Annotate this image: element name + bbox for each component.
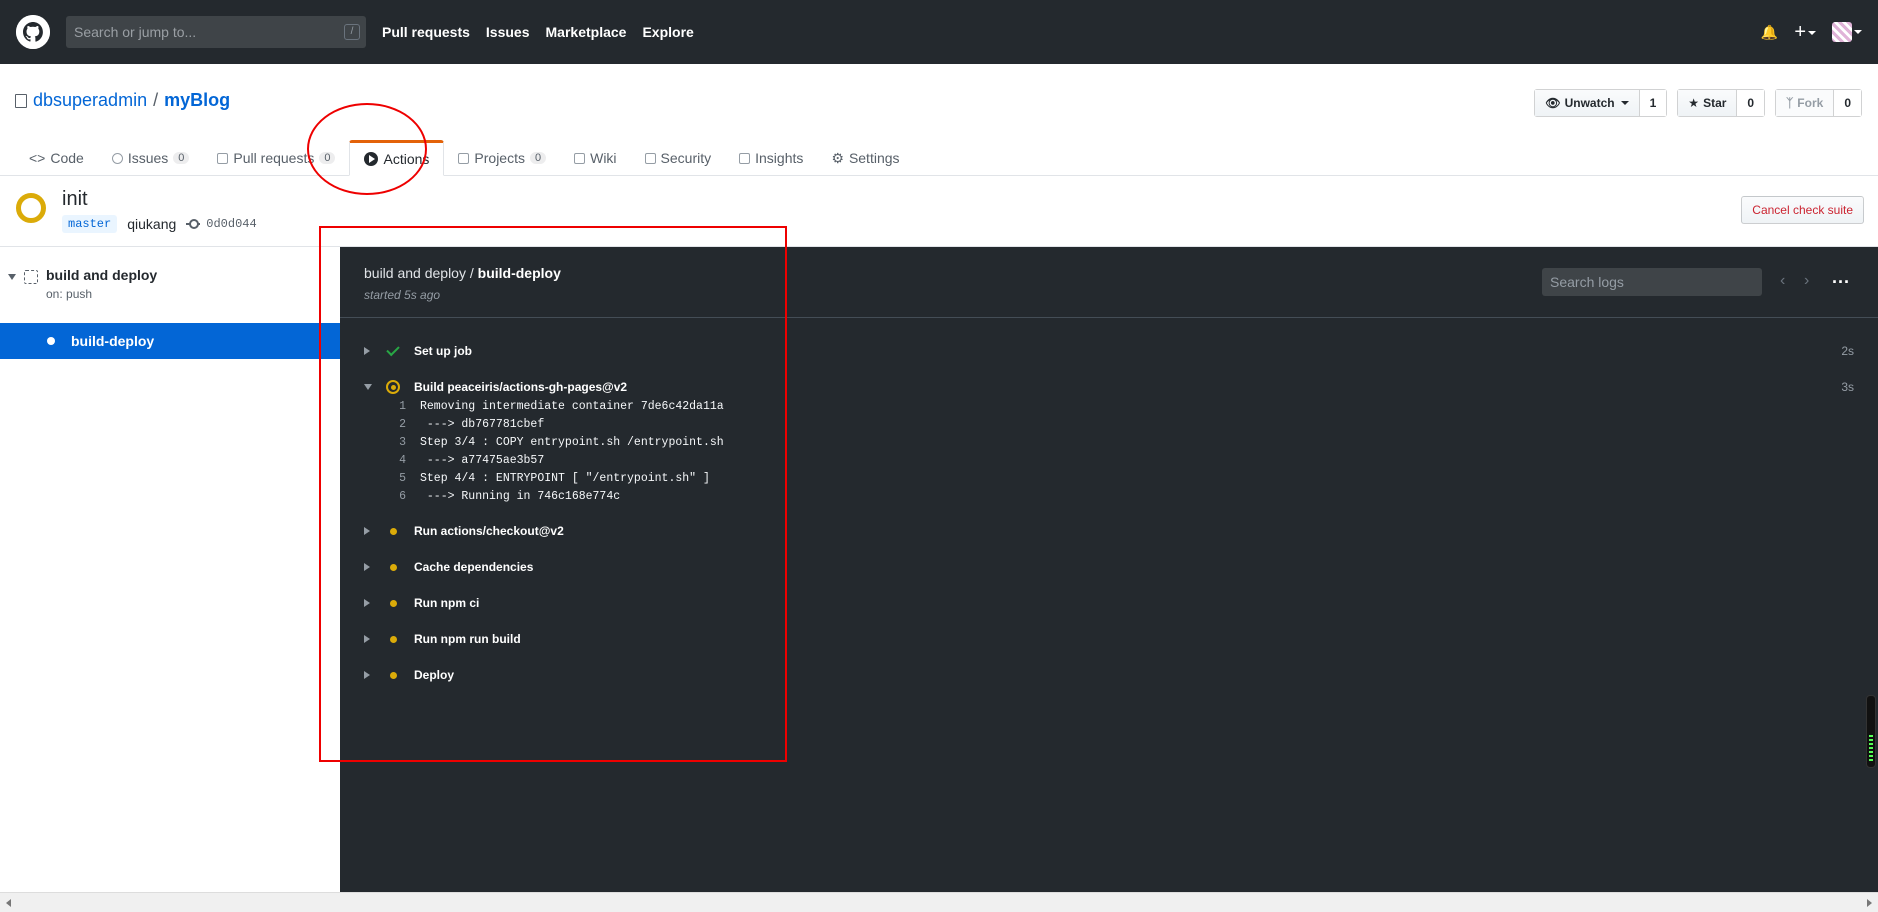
global-search-input[interactable]: Search or jump to... / [66, 16, 366, 48]
tab-security-label: Security [660, 150, 712, 166]
fork-button[interactable]: ᛉ Fork [1776, 90, 1834, 116]
bell-icon[interactable]: 🔔 [1761, 24, 1778, 41]
scroll-indicator[interactable] [1866, 695, 1876, 768]
tab-insights[interactable]: Insights [725, 140, 817, 176]
repo-icon [15, 93, 27, 108]
check-suite-header [0, 177, 1878, 247]
tab-wiki[interactable]: Wiki [560, 140, 630, 176]
tab-settings-label: Settings [848, 150, 900, 166]
avatar [1832, 22, 1852, 42]
commit-sha[interactable]: 0d0d044 [186, 217, 257, 231]
graph-icon [739, 152, 751, 164]
horizontal-scrollbar[interactable] [0, 892, 1878, 912]
workflow-icon [24, 270, 38, 284]
commit-title: init [62, 188, 88, 210]
workflow-sidebar: build and deploy on: push build-deploy [0, 247, 340, 892]
header-right: 🔔 + [1761, 22, 1862, 42]
tab-wiki-label: Wiki [590, 150, 617, 166]
plus-icon[interactable]: + [1794, 22, 1816, 42]
book-icon [574, 152, 586, 164]
code-icon: <> [29, 150, 46, 166]
pull-request-icon [217, 152, 229, 164]
commit-icon [186, 219, 201, 229]
annotation-rectangle [319, 226, 787, 762]
commit-meta: master qiukang 0d0d044 [62, 215, 257, 233]
project-icon [458, 152, 470, 164]
repo-title: dbsuperadmin / myBlog [15, 90, 230, 111]
nav-marketplace[interactable]: Marketplace [546, 24, 627, 40]
nav-pull-requests[interactable]: Pull requests [382, 24, 470, 40]
github-logo-icon[interactable] [16, 15, 50, 49]
gear-icon: ⚙ [831, 149, 844, 166]
workflow-name: build and deploy [46, 267, 158, 283]
repo-owner-link[interactable]: dbsuperadmin [33, 90, 147, 111]
nav-issues[interactable]: Issues [486, 24, 530, 40]
branch-badge[interactable]: master [62, 215, 118, 233]
chevron-down-icon[interactable] [8, 274, 16, 280]
chevron-left-icon[interactable]: ‹ [1780, 272, 1785, 290]
nav-explore[interactable]: Explore [642, 24, 693, 40]
watch-group: 👁 Unwatch 1 [1534, 89, 1668, 117]
tab-pulls-label: Pull requests [233, 150, 315, 166]
unwatch-label: Unwatch [1564, 96, 1615, 110]
job-name: build-deploy [71, 333, 155, 349]
tab-settings[interactable]: ⚙ Settings [817, 140, 913, 176]
tab-code-label: Code [50, 150, 84, 166]
user-menu[interactable] [1832, 22, 1862, 42]
step-duration: 2s [1841, 344, 1854, 358]
search-shortcut-badge: / [344, 24, 360, 40]
chevron-down-icon [1620, 101, 1629, 105]
chevron-down-icon [1854, 30, 1862, 34]
commit-sha-text: 0d0d044 [206, 217, 257, 231]
tab-issues-label: Issues [127, 150, 169, 166]
tab-security[interactable]: Security [631, 140, 726, 176]
workflow-trigger: on: push [46, 287, 93, 301]
eye-icon: 👁 [1545, 96, 1561, 110]
tab-projects[interactable]: Projects 0 [444, 140, 560, 176]
repo-name-link[interactable]: myBlog [164, 90, 230, 111]
projects-count: 0 [529, 152, 547, 164]
repo-tabs: <> Code Issues 0 Pull requests 0 Actions Pr… [0, 140, 1878, 176]
chevron-down-icon [1808, 30, 1816, 35]
fork-label: Fork [1797, 96, 1824, 110]
issue-icon [111, 152, 123, 164]
star-count[interactable]: 0 [1736, 90, 1765, 116]
star-button[interactable]: ★ Star [1678, 90, 1737, 116]
fork-count[interactable]: 0 [1833, 90, 1861, 116]
star-icon: ★ [1688, 96, 1700, 110]
fork-icon: ᛉ [1786, 96, 1794, 110]
tab-issues[interactable]: Issues 0 [98, 140, 204, 176]
workflow-item[interactable]: build and deploy on: push [8, 267, 157, 301]
cancel-check-suite-button[interactable]: Cancel check suite [1741, 196, 1864, 224]
repo-actions: 👁 Unwatch 1 ★ Star 0 ᛉ Fork 0 [1534, 89, 1862, 117]
fork-group: ᛉ Fork 0 [1775, 89, 1862, 117]
shield-icon [644, 152, 656, 164]
tab-code[interactable]: <> Code [15, 140, 98, 176]
status-in-progress-icon [16, 193, 46, 223]
global-nav: Pull requests Issues Marketplace Explore [382, 24, 710, 40]
issues-count: 0 [173, 152, 190, 164]
search-logs-input[interactable]: Search logs [1542, 268, 1762, 296]
step-duration: 3s [1841, 380, 1854, 394]
unwatch-button[interactable]: 👁 Unwatch [1535, 90, 1639, 116]
star-label: Star [1703, 96, 1727, 110]
search-placeholder: Search or jump to... [74, 24, 197, 40]
job-status-icon [47, 337, 55, 345]
star-group: ★ Star 0 [1677, 89, 1766, 117]
more-options-icon[interactable]: ... [1832, 267, 1850, 288]
annotation-circle [307, 103, 427, 195]
tab-insights-label: Insights [755, 150, 804, 166]
watch-count[interactable]: 1 [1638, 90, 1667, 116]
tab-projects-label: Projects [474, 150, 525, 166]
chevron-right-icon[interactable]: › [1804, 272, 1809, 290]
scroll-left-icon[interactable] [6, 899, 11, 907]
commit-author[interactable]: qiukang [127, 216, 176, 232]
scroll-right-icon[interactable] [1867, 899, 1872, 907]
job-item-build-deploy[interactable]: build-deploy [0, 323, 340, 359]
global-header: Search or jump to... / Pull requests Iss… [0, 0, 1878, 64]
repo-separator: / [153, 90, 159, 110]
